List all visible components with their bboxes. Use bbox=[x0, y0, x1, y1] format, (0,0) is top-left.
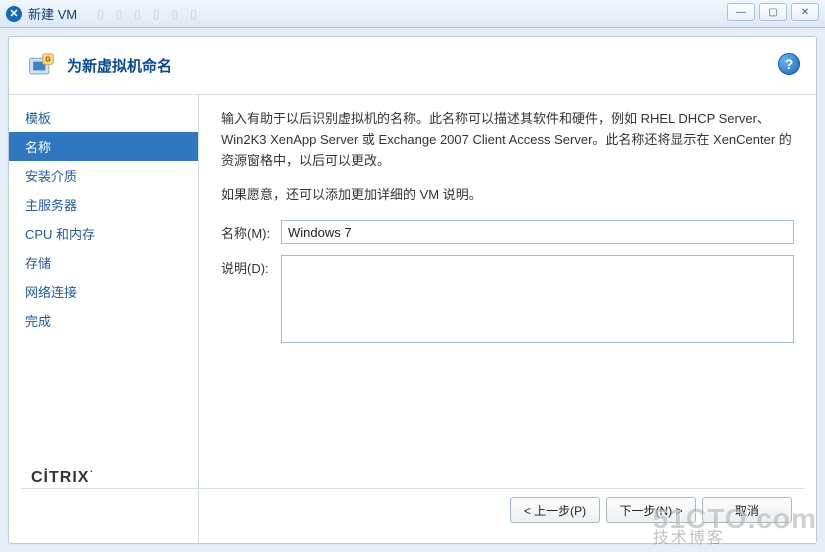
ghost-tabs: ▯▯▯▯▯▯ bbox=[97, 7, 197, 21]
wizard-content: 输入有助于以后识别虚拟机的名称。此名称可以描述其软件和硬件，例如 RHEL DH… bbox=[199, 95, 816, 543]
step-finish[interactable]: 完成 bbox=[9, 306, 198, 335]
step-storage[interactable]: 存储 bbox=[9, 248, 198, 277]
maximize-button[interactable]: ▢ bbox=[759, 3, 787, 21]
wizard-frame: G 为新虚拟机命名 ? 模板 名称 安装介质 主服务器 CPU 和内存 存储 网… bbox=[8, 36, 817, 544]
description-row: 说明(D): bbox=[221, 255, 794, 343]
window-controls: — ▢ ✕ bbox=[727, 3, 819, 21]
step-home-server[interactable]: 主服务器 bbox=[9, 190, 198, 219]
instruction-text-2: 如果愿意，还可以添加更加详细的 VM 说明。 bbox=[221, 185, 794, 206]
footer-separator bbox=[21, 488, 804, 489]
wizard-body: 模板 名称 安装介质 主服务器 CPU 和内存 存储 网络连接 完成 输入有助于… bbox=[9, 95, 816, 543]
svg-text:G: G bbox=[45, 56, 51, 63]
previous-button[interactable]: < 上一步(P) bbox=[510, 497, 600, 523]
instruction-text-1: 输入有助于以后识别虚拟机的名称。此名称可以描述其软件和硬件，例如 RHEL DH… bbox=[221, 109, 794, 171]
name-input[interactable] bbox=[281, 220, 794, 244]
description-label: 说明(D): bbox=[221, 255, 281, 280]
wizard-icon: G bbox=[27, 52, 55, 80]
window-title: 新建 VM bbox=[28, 4, 77, 23]
close-button[interactable]: ✕ bbox=[791, 3, 819, 21]
cancel-button[interactable]: 取消 bbox=[702, 497, 792, 523]
app-icon: ✕ bbox=[6, 6, 22, 22]
wizard-title: 为新虚拟机命名 bbox=[67, 55, 172, 76]
step-template[interactable]: 模板 bbox=[9, 103, 198, 132]
step-cpu-memory[interactable]: CPU 和内存 bbox=[9, 219, 198, 248]
next-button[interactable]: 下一步(N) > bbox=[606, 497, 696, 523]
help-button[interactable]: ? bbox=[778, 53, 800, 75]
name-row: 名称(M): bbox=[221, 220, 794, 245]
step-name[interactable]: 名称 bbox=[9, 132, 198, 161]
titlebar: ✕ 新建 VM ▯▯▯▯▯▯ — ▢ ✕ bbox=[0, 0, 825, 28]
step-network[interactable]: 网络连接 bbox=[9, 277, 198, 306]
description-input[interactable] bbox=[281, 255, 794, 343]
wizard-footer-buttons: < 上一步(P) 下一步(N) > 取消 bbox=[510, 497, 792, 523]
minimize-button[interactable]: — bbox=[727, 3, 755, 21]
brand-logo: CİTRIX˙ bbox=[31, 469, 96, 487]
wizard-header: G 为新虚拟机命名 ? bbox=[9, 37, 816, 95]
name-label: 名称(M): bbox=[221, 220, 281, 245]
step-install-media[interactable]: 安装介质 bbox=[9, 161, 198, 190]
